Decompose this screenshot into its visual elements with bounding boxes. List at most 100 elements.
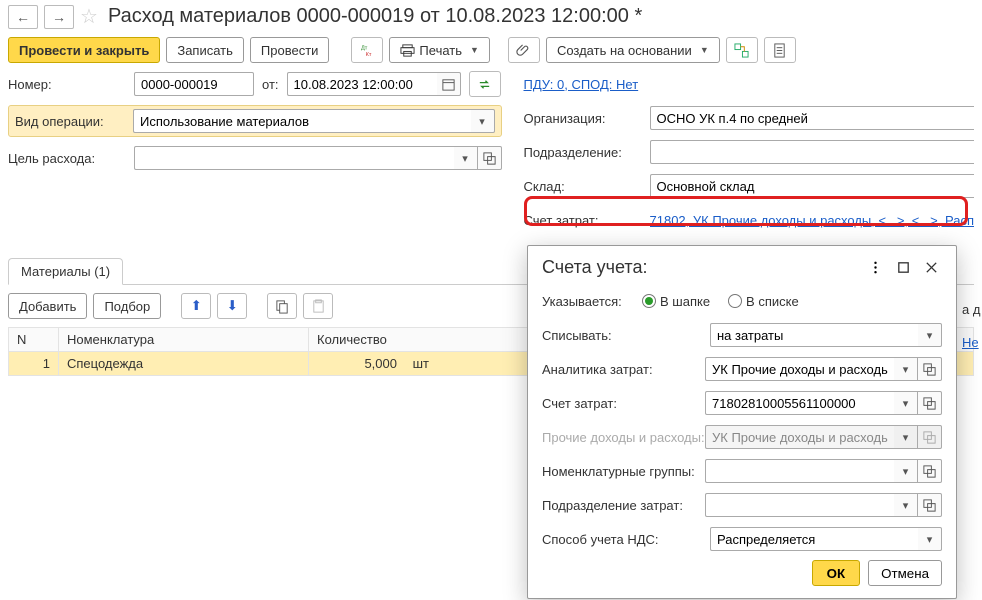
paste-icon xyxy=(311,299,326,314)
open-icon xyxy=(922,464,937,479)
purpose-label: Цель расхода: xyxy=(8,151,134,166)
link-icon-button[interactable] xyxy=(726,37,758,63)
copy-icon xyxy=(275,299,290,314)
close-button[interactable] xyxy=(920,256,942,278)
cell-n: 1 xyxy=(9,352,59,376)
writeoff-input[interactable] xyxy=(710,323,918,347)
account-open[interactable] xyxy=(918,391,942,415)
other-income-input xyxy=(705,425,894,449)
copy-button[interactable] xyxy=(267,293,297,319)
open-icon xyxy=(922,430,937,445)
pdu-spod-link[interactable]: ПДУ: 0, СПОД: Нет xyxy=(524,77,639,92)
close-icon xyxy=(924,260,939,275)
tab-materials[interactable]: Материалы (1) xyxy=(8,258,123,285)
other-income-dropdown: ▾ xyxy=(894,425,918,449)
more-button[interactable] xyxy=(864,256,886,278)
post-and-close-button[interactable]: Провести и закрыть xyxy=(8,37,160,63)
select-rows-button[interactable]: Подбор xyxy=(93,293,161,319)
radio-in-list-label: В списке xyxy=(746,294,799,309)
vat-mode-label: Способ учета НДС: xyxy=(542,532,710,547)
open-icon xyxy=(922,396,937,411)
writeoff-dropdown[interactable]: ▾ xyxy=(918,323,942,347)
open-icon xyxy=(482,151,497,166)
nomenclature-group-input[interactable] xyxy=(705,459,894,483)
account-label: Счет затрат: xyxy=(542,396,705,411)
paperclip-icon xyxy=(516,43,531,58)
purpose-open-button[interactable] xyxy=(478,146,502,170)
kebab-icon xyxy=(868,260,883,275)
radio-in-list[interactable] xyxy=(728,294,742,308)
popup-title: Счета учета: xyxy=(542,257,858,278)
number-input[interactable] xyxy=(134,72,254,96)
create-based-on-button[interactable]: Создать на основании ▼ xyxy=(546,37,720,63)
ok-button[interactable]: ОК xyxy=(812,560,861,586)
nomenclature-group-label: Номенклатурные группы: xyxy=(542,464,705,479)
account-input[interactable] xyxy=(705,391,894,415)
specified-label: Указывается: xyxy=(542,294,642,309)
maximize-button[interactable] xyxy=(892,256,914,278)
add-row-button[interactable]: Добавить xyxy=(8,293,87,319)
nomenclature-group-dropdown[interactable]: ▾ xyxy=(894,459,918,483)
calendar-icon xyxy=(441,77,456,92)
open-icon xyxy=(922,362,937,377)
analytics-label: Аналитика затрат: xyxy=(542,362,705,377)
move-down-button[interactable]: ⬇ xyxy=(217,293,247,319)
division-input[interactable] xyxy=(650,140,975,164)
purpose-input[interactable] xyxy=(134,146,454,170)
dk-icon-button[interactable]: ДтКт xyxy=(351,37,383,63)
radio-in-header[interactable] xyxy=(642,294,656,308)
behind-link-fragment: Не xyxy=(962,335,979,350)
svg-text:Дт: Дт xyxy=(361,45,368,51)
arrow-up-icon: ⬆ xyxy=(191,298,202,314)
move-up-button[interactable]: ⬆ xyxy=(181,293,211,319)
favorite-star-icon[interactable]: ☆ xyxy=(80,4,98,29)
vat-mode-input[interactable] xyxy=(710,527,918,551)
report-icon xyxy=(772,43,787,58)
nav-back-button[interactable]: ← xyxy=(8,5,38,29)
purpose-dropdown[interactable]: ▾ xyxy=(454,146,478,170)
paste-button[interactable] xyxy=(303,293,333,319)
post-button[interactable]: Провести xyxy=(250,37,330,63)
analytics-open[interactable] xyxy=(918,357,942,381)
date-input[interactable] xyxy=(287,72,437,96)
analytics-dropdown[interactable]: ▾ xyxy=(894,357,918,381)
analytics-input[interactable] xyxy=(705,357,894,381)
print-button[interactable]: Печать ▼ xyxy=(389,37,490,63)
cost-account-link[interactable]: 71802, УК Прочие доходы и расходы, <...>… xyxy=(650,213,975,228)
nomenclature-group-open[interactable] xyxy=(918,459,942,483)
operation-type-dropdown[interactable]: ▾ xyxy=(471,109,495,133)
print-label: Печать xyxy=(419,43,462,58)
report-icon-button[interactable] xyxy=(764,37,796,63)
account-dropdown[interactable]: ▾ xyxy=(894,391,918,415)
organization-label: Организация: xyxy=(524,111,650,126)
exchange-icon xyxy=(477,77,492,92)
col-nomenclature[interactable]: Номенклатура xyxy=(59,328,309,352)
document-title: Расход материалов 0000-000019 от 10.08.2… xyxy=(108,5,642,28)
create-based-on-label: Создать на основании xyxy=(557,43,692,58)
record-button[interactable]: Записать xyxy=(166,37,244,63)
number-label: Номер: xyxy=(8,77,134,92)
date-label: от: xyxy=(262,77,279,92)
arrow-down-icon: ⬇ xyxy=(227,298,238,314)
chevron-down-icon: ▼ xyxy=(470,45,479,55)
calendar-button[interactable] xyxy=(437,72,461,96)
organization-input[interactable] xyxy=(650,106,975,130)
nav-forward-button[interactable]: → xyxy=(44,5,74,29)
col-number[interactable]: N xyxy=(9,328,59,352)
vat-mode-dropdown[interactable]: ▾ xyxy=(918,527,942,551)
attachment-button[interactable] xyxy=(508,37,540,63)
operation-type-input[interactable] xyxy=(133,109,471,133)
warehouse-label: Склад: xyxy=(524,179,650,194)
cost-division-input[interactable] xyxy=(705,493,894,517)
behind-link[interactable]: Не xyxy=(962,335,979,350)
cost-division-dropdown[interactable]: ▾ xyxy=(894,493,918,517)
operation-type-label: Вид операции: xyxy=(15,114,133,129)
maximize-icon xyxy=(896,260,911,275)
cost-division-label: Подразделение затрат: xyxy=(542,498,705,513)
cancel-button[interactable]: Отмена xyxy=(868,560,942,586)
sync-button[interactable] xyxy=(469,71,501,97)
open-icon xyxy=(922,498,937,513)
warehouse-input[interactable] xyxy=(650,174,975,198)
printer-icon xyxy=(400,43,415,58)
cost-division-open[interactable] xyxy=(918,493,942,517)
